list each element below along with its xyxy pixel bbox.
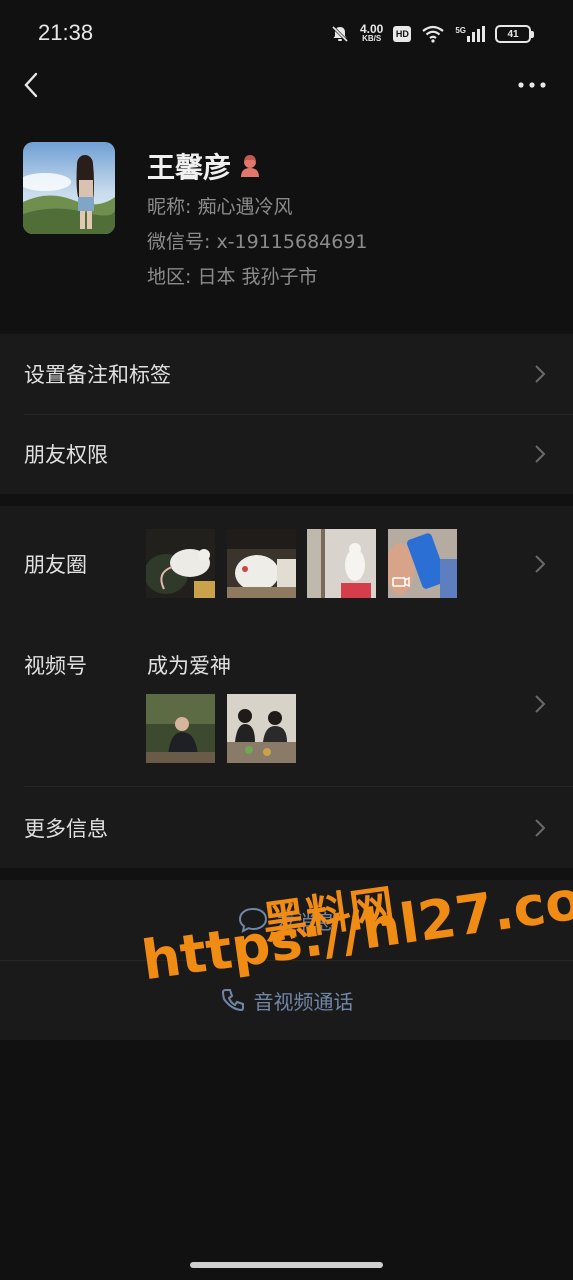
content-group: 朋友圈 视频号 成为爱神 更多信息 [0,506,573,868]
row-moments[interactable]: 朋友圈 [0,506,573,622]
row-remark-tags-label: 设置备注和标签 [24,363,171,387]
phone-icon [221,989,244,1012]
row-channels[interactable]: 视频号 成为爱神 [0,622,573,786]
status-icons: 4.00 KB/S HD 5G 41 [330,22,534,46]
moments-thumb-3 [307,529,376,598]
status-time: 21:38 [38,20,94,45]
row-permissions-label: 朋友权限 [24,443,108,467]
row-permissions[interactable]: 朋友权限 [0,414,573,494]
wechat-id-line: 微信号: x-19115684691 [147,231,368,253]
home-indicator[interactable] [190,1262,383,1268]
signal-indicator: 5G [455,26,485,42]
mute-bell-icon [331,25,349,43]
av-call-label: 音视频通话 [253,989,354,1014]
chevron-right-icon [535,365,546,383]
chevron-right-icon [535,555,546,573]
network-speed-unit: KB/S [362,34,382,43]
nickname-line: 昵称: 痴心遇冷风 [147,196,293,218]
region-line: 地区: 日本 我孙子市 [147,266,318,288]
row-channels-label: 视频号 [24,654,87,678]
chevron-right-icon [535,695,546,713]
av-call-button[interactable]: 音视频通话 [0,960,573,1040]
moments-thumb-2 [227,529,296,598]
moments-thumb-4 [388,529,457,598]
channels-thumb-1 [146,694,215,763]
nav-bar [0,62,573,108]
profile-header: 王馨彦 昵称: 痴心遇冷风 微信号: x-19115684691 地区: 日本 … [0,140,573,334]
actions-group: 发消息 音视频通话 [0,880,573,1040]
row-remark-tags[interactable]: 设置备注和标签 [0,334,573,414]
battery-indicator: 41 [495,25,534,43]
network-speed-value: 4.00 [359,22,384,36]
back-button[interactable] [14,68,48,102]
channels-thumb-2 [227,694,296,763]
row-more-info[interactable]: 更多信息 [0,787,573,868]
row-moments-label: 朋友圈 [24,553,87,577]
signal-bars-icon [467,26,485,42]
name-line: 王馨彦 [147,146,261,186]
send-message-button[interactable]: 发消息 [0,880,573,960]
avatar-image [23,142,115,234]
chat-bubble-icon [238,907,267,933]
contact-name: 王馨彦 [147,151,232,184]
status-bar: 21:38 4.00 KB/S HD 5G 41 [0,0,573,68]
chevron-right-icon [535,818,546,837]
network-speed: 4.00 KB/S [359,22,384,43]
send-message-label: 发消息 [275,909,336,934]
wifi-icon [422,25,445,43]
moments-thumb-1 [146,529,215,598]
settings-group: 设置备注和标签 朋友权限 [0,334,573,494]
more-options-button[interactable] [515,70,549,100]
row-more-info-label: 更多信息 [24,816,108,841]
avatar[interactable] [23,142,115,234]
chevron-left-icon [24,72,38,98]
female-user-icon [241,155,260,177]
signal-label: 5G [455,26,466,35]
chevron-right-icon [535,445,546,463]
hd-badge: HD [393,26,412,42]
more-dots-icon [518,82,546,88]
channels-name: 成为爱神 [147,654,231,678]
